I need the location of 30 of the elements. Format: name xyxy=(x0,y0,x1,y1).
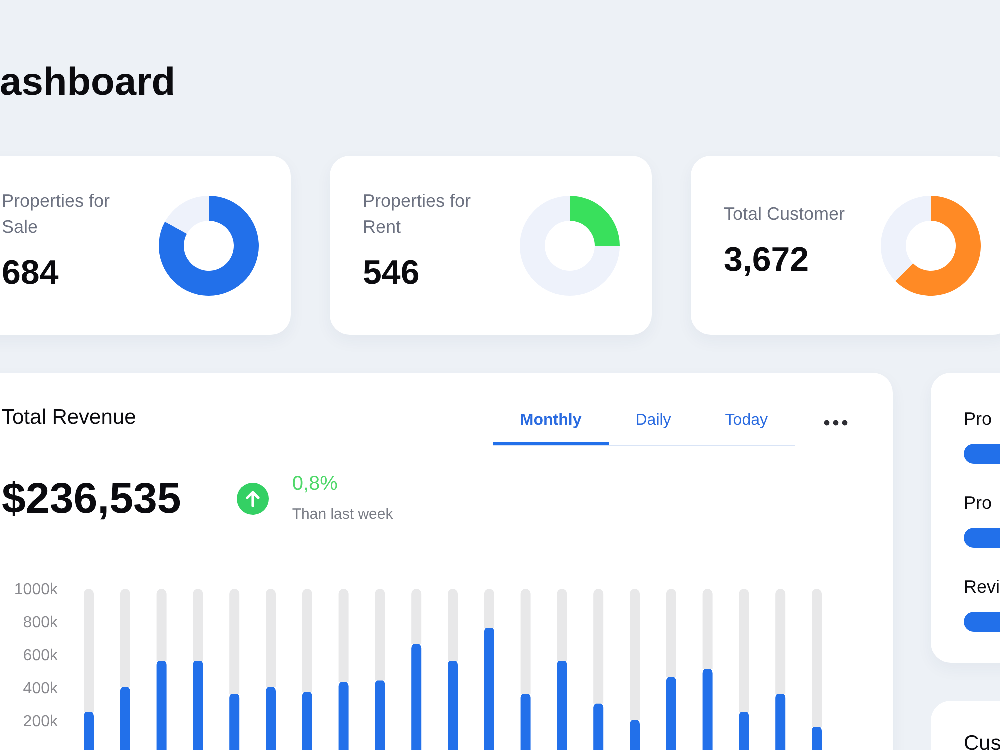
revenue-amount: $236,535 xyxy=(2,474,182,524)
change-note: Than last week xyxy=(292,505,394,525)
page-title: ashboard xyxy=(0,61,176,105)
bar xyxy=(375,680,386,750)
bar xyxy=(193,589,204,661)
more-icon[interactable] xyxy=(824,420,848,426)
bar xyxy=(156,589,167,661)
period-tab[interactable]: Today xyxy=(698,403,795,445)
period-tab[interactable]: Daily xyxy=(608,403,698,445)
arrow-up-icon xyxy=(237,482,270,514)
bar xyxy=(448,589,458,661)
side-label: Revi xyxy=(964,576,1000,598)
stat-label: Properties for Rent xyxy=(363,190,472,239)
axis-label: 600k xyxy=(23,648,58,664)
side-label: Pro xyxy=(964,492,992,514)
bar xyxy=(338,681,349,750)
stat-value: 684 xyxy=(2,254,59,292)
axis-label: 1000k xyxy=(14,582,58,598)
stat-value: 546 xyxy=(363,254,420,292)
stat-label: Total Customer xyxy=(724,203,846,226)
axis-label: 200k xyxy=(23,714,58,730)
stat-label: Properties for Sale xyxy=(2,190,112,239)
period-tab[interactable]: Monthly xyxy=(493,403,609,445)
stat-value: 3,672 xyxy=(724,241,810,279)
bar xyxy=(557,589,568,661)
axis-label: 800k xyxy=(23,614,58,632)
side-label: Pro xyxy=(964,408,992,430)
axis-label: 400k xyxy=(23,680,58,698)
revenue-title: Total Revenue xyxy=(2,405,136,431)
change-percent: 0,8% xyxy=(292,472,338,496)
